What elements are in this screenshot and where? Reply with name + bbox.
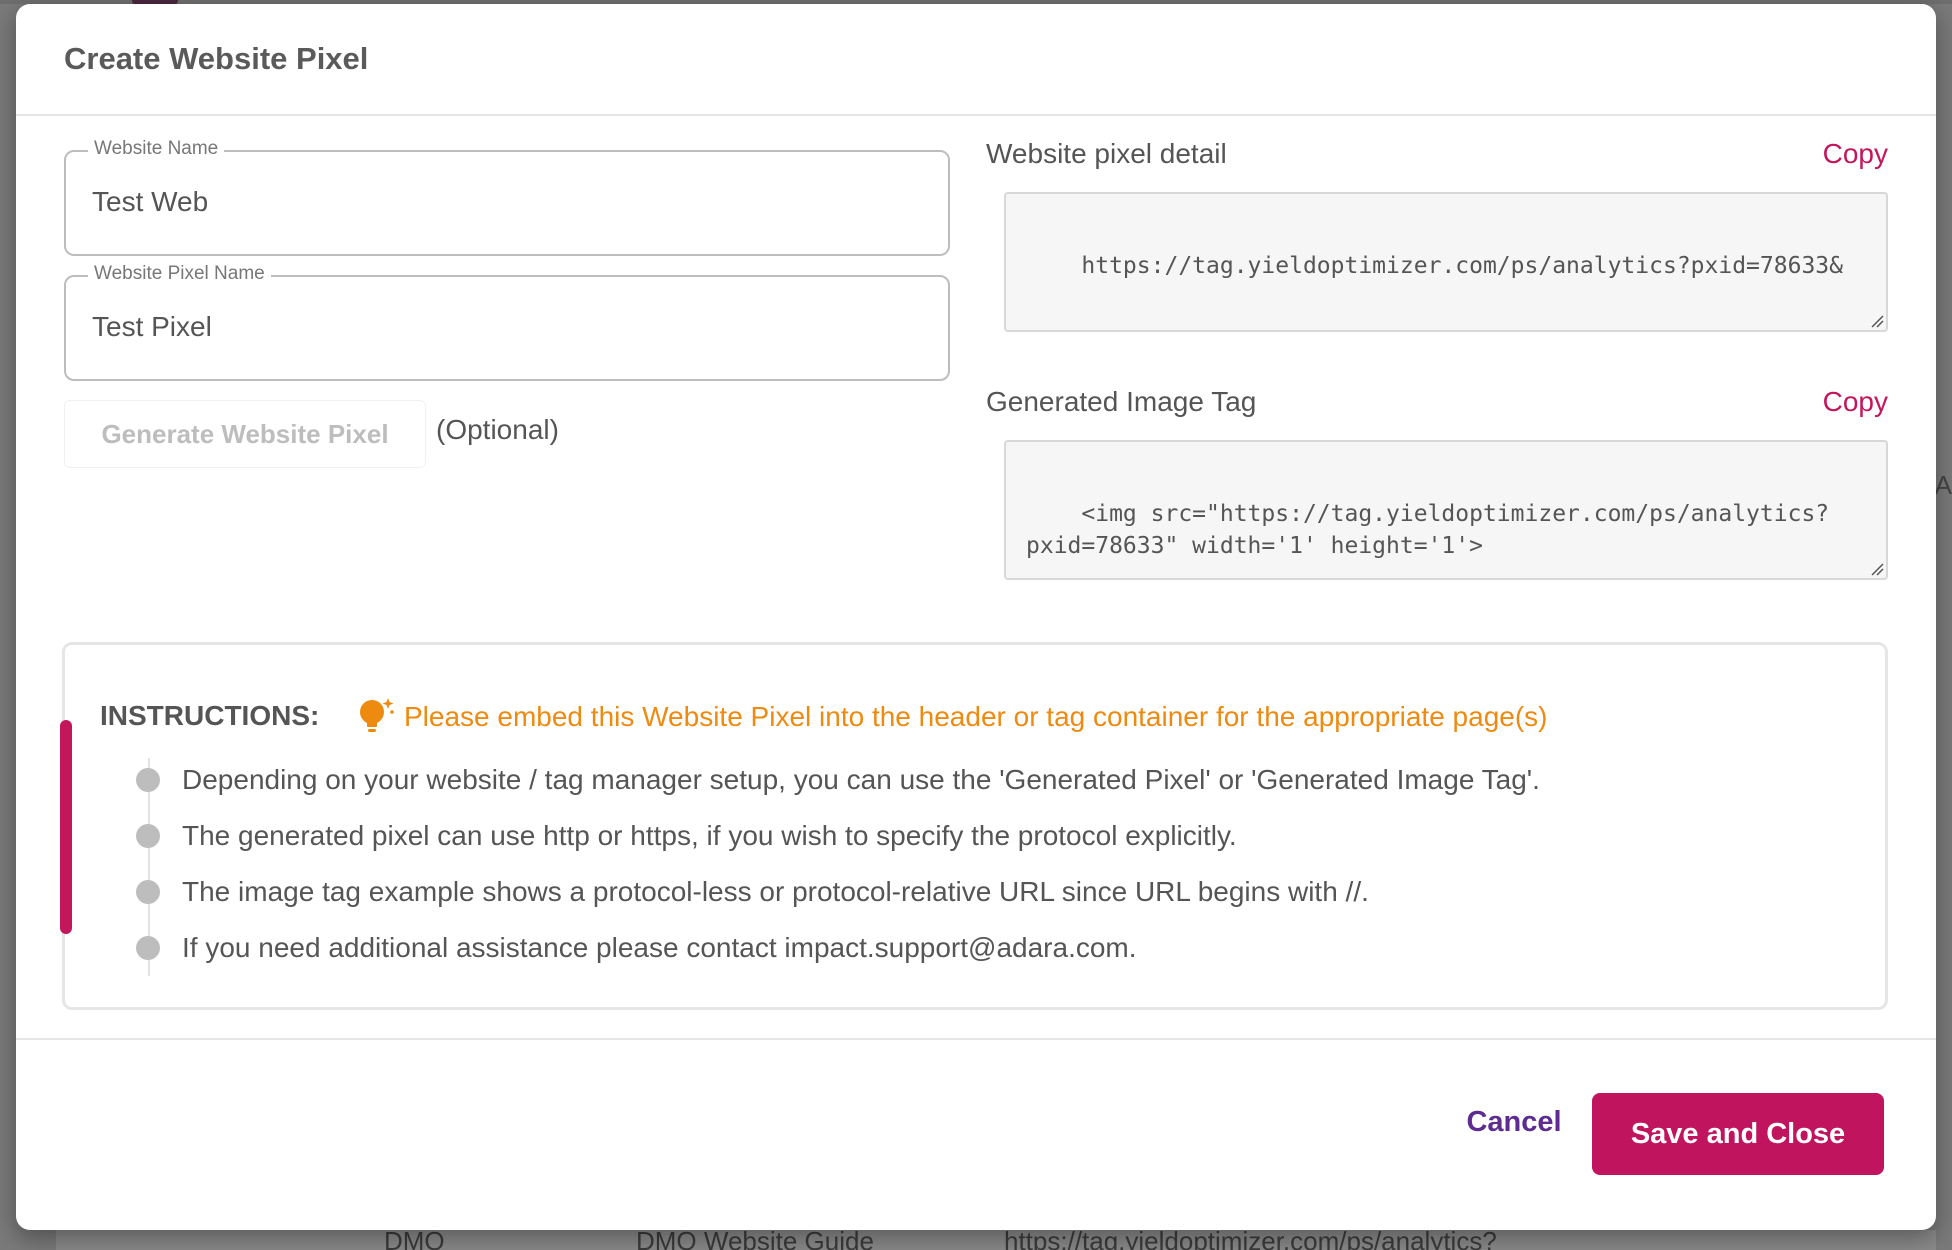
- cancel-button[interactable]: Cancel: [1436, 1092, 1592, 1152]
- save-and-close-button[interactable]: Save and Close: [1592, 1093, 1884, 1175]
- pixel-detail-value: https://tag.yieldoptimizer.com/ps/analyt…: [1081, 253, 1843, 279]
- instruction-text: The generated pixel can use http or http…: [182, 820, 1237, 851]
- lightbulb-icon: [360, 698, 394, 732]
- list-item: If you need additional assistance please…: [136, 928, 1137, 968]
- bullet-dot-icon: [136, 768, 160, 792]
- website-name-label: Website Name: [88, 138, 225, 160]
- optional-label: (Optional): [436, 414, 559, 445]
- image-tag-textarea[interactable]: <img src="https://tag.yieldoptimizer.com…: [1004, 440, 1888, 580]
- instructions-note: Please embed this Website Pixel into the…: [404, 701, 1548, 732]
- pixel-name-field[interactable]: Website Pixel Name: [64, 263, 950, 381]
- website-name-input[interactable]: [92, 186, 912, 218]
- instruction-text: Depending on your website / tag manager …: [182, 764, 1540, 795]
- instruction-text: The image tag example shows a protocol-l…: [182, 876, 1369, 907]
- pixel-detail-label: Website pixel detail: [986, 138, 1227, 169]
- instructions-accent-bar: [60, 720, 72, 934]
- instructions-title: INSTRUCTIONS:: [100, 700, 320, 731]
- create-pixel-dialog: Create Website Pixel Website Name Websit…: [16, 4, 1936, 1230]
- dialog-title: Create Website Pixel: [64, 41, 369, 76]
- background-table-row: [56, 1230, 1936, 1250]
- copy-pixel-detail-link[interactable]: Copy: [1823, 138, 1888, 170]
- list-item: Depending on your website / tag manager …: [136, 760, 1540, 800]
- image-tag-label: Generated Image Tag: [986, 386, 1257, 417]
- resize-grip-icon[interactable]: [1870, 562, 1884, 576]
- resize-grip-icon[interactable]: [1870, 314, 1884, 328]
- footer-divider: [16, 1038, 1936, 1040]
- bullet-dot-icon: [136, 880, 160, 904]
- copy-image-tag-link[interactable]: Copy: [1823, 386, 1888, 418]
- pixel-name-input[interactable]: [92, 311, 912, 343]
- pixel-detail-textarea[interactable]: https://tag.yieldoptimizer.com/ps/analyt…: [1004, 192, 1888, 332]
- generate-pixel-button[interactable]: Generate Website Pixel: [64, 400, 426, 468]
- pixel-name-label: Website Pixel Name: [88, 263, 271, 285]
- background-side-glyph: A: [1934, 470, 1952, 500]
- website-name-field[interactable]: Website Name: [64, 138, 950, 256]
- list-item: The image tag example shows a protocol-l…: [136, 872, 1369, 912]
- dialog-header: Create Website Pixel: [16, 4, 1936, 116]
- bullet-dot-icon: [136, 824, 160, 848]
- bullet-dot-icon: [136, 936, 160, 960]
- instruction-text: If you need additional assistance please…: [182, 932, 1137, 963]
- list-item: The generated pixel can use http or http…: [136, 816, 1237, 856]
- image-tag-value: <img src="https://tag.yieldoptimizer.com…: [1026, 501, 1830, 559]
